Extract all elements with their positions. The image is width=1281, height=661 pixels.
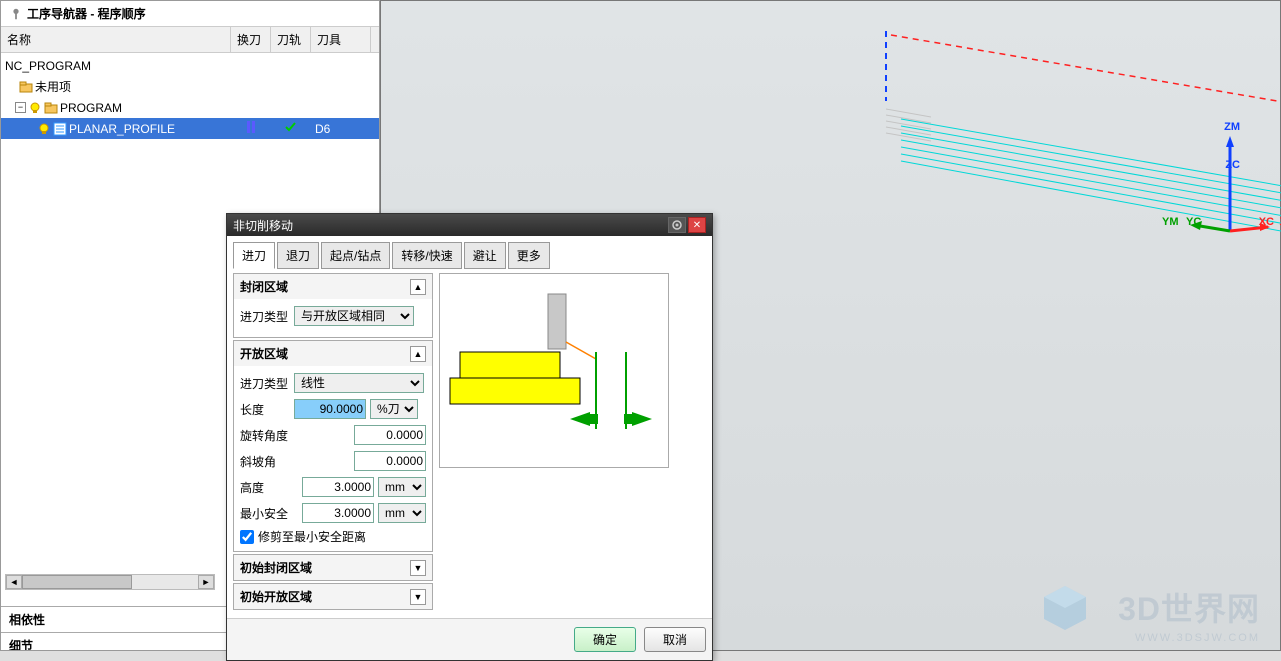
tab-start[interactable]: 起点/钻点 xyxy=(321,242,390,269)
section-init-open: 初始开放区域 ▼ xyxy=(233,583,433,610)
cell-cutter: D6 xyxy=(311,122,371,136)
dialog-close-icon[interactable]: ✕ xyxy=(688,217,706,233)
watermark-cube-icon xyxy=(1040,582,1090,632)
tool-change-icon xyxy=(244,120,258,134)
tree-row-ncprogram[interactable]: NC_PROGRAM xyxy=(1,55,379,76)
row-label: PROGRAM xyxy=(60,101,122,115)
cancel-button[interactable]: 取消 xyxy=(644,627,706,652)
axis-zm: ZM xyxy=(1224,121,1240,133)
checkbox-label: 修剪至最小安全距离 xyxy=(258,528,366,545)
bulb-icon xyxy=(37,122,51,136)
tab-engage[interactable]: 进刀 xyxy=(233,242,275,269)
col-track[interactable]: 刀轨 xyxy=(271,27,311,52)
folder-icon xyxy=(44,101,58,115)
section-closed-region: 封闭区域 ▲ 进刀类型 与开放区域相同 xyxy=(233,273,433,338)
param-trim: 修剪至最小安全距离 xyxy=(240,528,426,545)
cell-tool-change xyxy=(231,120,271,137)
param-label: 旋转角度 xyxy=(240,427,290,444)
param-label: 长度 xyxy=(240,401,290,418)
row-label: 未用项 xyxy=(35,78,71,95)
nav-title: 工序导航器 - 程序顺序 xyxy=(1,1,379,26)
param-label: 高度 xyxy=(240,479,290,496)
chevron-up-icon[interactable]: ▲ xyxy=(410,346,426,362)
axis-triad: ZM ZC YM YC XC XM xyxy=(1190,131,1270,251)
section-label: 初始开放区域 xyxy=(240,588,312,605)
pin-icon xyxy=(9,7,23,21)
tree-row-program[interactable]: − PROGRAM xyxy=(1,97,379,118)
ok-button[interactable]: 确定 xyxy=(574,627,636,652)
row-label: PLANAR_PROFILE xyxy=(69,122,175,136)
height-unit-select[interactable]: mm xyxy=(378,477,426,497)
feed-type-open-select[interactable]: 线性 xyxy=(294,373,424,393)
axis-xc: XC xyxy=(1259,216,1274,228)
scroll-thumb[interactable] xyxy=(22,575,132,589)
dialog-tabs: 进刀 退刀 起点/钻点 转移/快速 避让 更多 xyxy=(233,242,706,269)
chevron-up-icon[interactable]: ▲ xyxy=(410,279,426,295)
watermark-url: WWW.3DSJW.COM xyxy=(1135,632,1260,644)
min-safe-unit-select[interactable]: mm xyxy=(378,503,426,523)
param-rotate: 旋转角度 xyxy=(240,424,426,446)
param-slope: 斜坡角 xyxy=(240,450,426,472)
dialog-title-text: 非切削移动 xyxy=(233,217,293,234)
param-length: 长度 %刀具 xyxy=(240,398,426,420)
trim-checkbox[interactable] xyxy=(240,530,254,544)
nav-scrollbar[interactable]: ◄ ► xyxy=(5,574,215,590)
param-label: 最小安全 xyxy=(240,505,290,522)
param-label: 进刀类型 xyxy=(240,375,290,392)
feed-type-closed-select[interactable]: 与开放区域相同 xyxy=(294,306,414,326)
dialog-settings-icon[interactable] xyxy=(668,217,686,233)
height-input[interactable] xyxy=(302,477,374,497)
param-feed-type-open: 进刀类型 线性 xyxy=(240,372,426,394)
tab-transfer[interactable]: 转移/快速 xyxy=(392,242,461,269)
param-feed-type-closed: 进刀类型 与开放区域相同 xyxy=(240,305,426,327)
non-cutting-moves-dialog: 非切削移动 ✕ 进刀 退刀 起点/钻点 转移/快速 避让 更多 封闭区域 ▲ xyxy=(226,213,713,661)
dialog-footer: 确定 取消 xyxy=(227,618,712,660)
tab-more[interactable]: 更多 xyxy=(508,242,550,269)
length-input[interactable] xyxy=(294,399,366,419)
axis-yc: YC xyxy=(1186,216,1201,228)
length-unit-select[interactable]: %刀具 xyxy=(370,399,418,419)
chevron-down-icon[interactable]: ▼ xyxy=(410,589,426,605)
cell-toolpath xyxy=(271,120,311,137)
param-height: 高度 mm xyxy=(240,476,426,498)
slope-input[interactable] xyxy=(354,451,426,471)
axis-ym: YM xyxy=(1162,216,1179,228)
col-cutter[interactable]: 刀具 xyxy=(311,27,371,52)
tree-row-unused[interactable]: 未用项 xyxy=(1,76,379,97)
dialog-titlebar[interactable]: 非切削移动 ✕ xyxy=(227,214,712,236)
engage-preview-image xyxy=(439,273,669,468)
section-label: 封闭区域 xyxy=(240,278,288,295)
tab-avoid[interactable]: 避让 xyxy=(464,242,506,269)
col-name[interactable]: 名称 xyxy=(1,27,231,52)
watermark-text: 3D世界网 xyxy=(1118,584,1260,630)
nav-columns: 名称 换刀 刀轨 刀具 xyxy=(1,26,379,53)
check-icon xyxy=(284,120,298,134)
section-open-region: 开放区域 ▲ 进刀类型 线性 长度 %刀具 xyxy=(233,340,433,552)
bulb-icon xyxy=(28,101,42,115)
param-label: 斜坡角 xyxy=(240,453,290,470)
nav-tree: NC_PROGRAM 未用项 − PROGRAM PLANAR_PROFILE xyxy=(1,53,379,141)
operation-icon xyxy=(53,122,67,136)
scroll-right-icon[interactable]: ► xyxy=(198,575,214,589)
row-label: NC_PROGRAM xyxy=(5,59,91,73)
col-tool[interactable]: 换刀 xyxy=(231,27,271,52)
min-safe-input[interactable] xyxy=(302,503,374,523)
section-init-closed: 初始封闭区域 ▼ xyxy=(233,554,433,581)
scroll-left-icon[interactable]: ◄ xyxy=(6,575,22,589)
param-label: 进刀类型 xyxy=(240,308,290,325)
rotate-input[interactable] xyxy=(354,425,426,445)
folder-icon xyxy=(19,80,33,94)
axis-zc: ZC xyxy=(1225,159,1240,171)
section-label: 开放区域 xyxy=(240,345,288,362)
tab-retract[interactable]: 退刀 xyxy=(277,242,319,269)
section-label: 初始封闭区域 xyxy=(240,559,312,576)
nav-title-text: 工序导航器 - 程序顺序 xyxy=(27,5,146,22)
param-min-safe: 最小安全 mm xyxy=(240,502,426,524)
tree-row-planar-profile[interactable]: PLANAR_PROFILE D6 xyxy=(1,118,379,139)
chevron-down-icon[interactable]: ▼ xyxy=(410,560,426,576)
expander-icon[interactable]: − xyxy=(15,102,26,113)
